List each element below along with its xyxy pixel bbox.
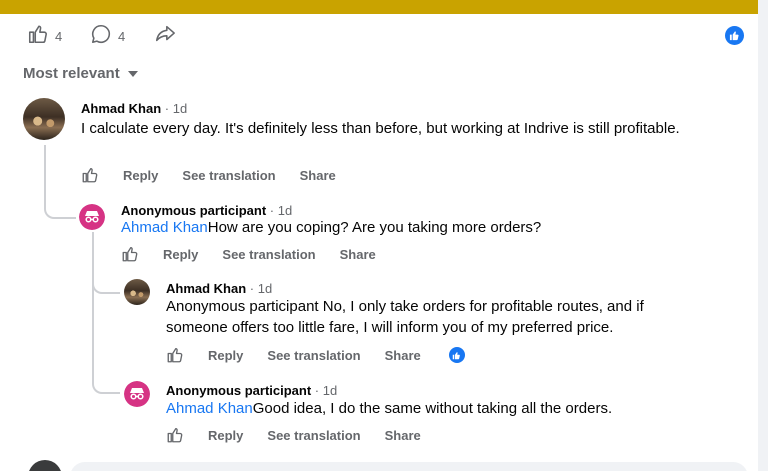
reply-button[interactable]: Reply (208, 348, 243, 363)
comment-body: How are you coping? Are you taking more … (207, 219, 542, 236)
comments-card: 4 4 Most relevant Ahmad Khan · 1d I calc… (0, 0, 758, 471)
comment-bubble-icon (90, 23, 112, 50)
share-link[interactable]: Share (385, 428, 421, 443)
share-link[interactable]: Share (300, 168, 336, 183)
comment-body: Good idea, I do the same without taking … (252, 400, 613, 417)
thumbs-up-icon (27, 23, 49, 50)
see-translation-button[interactable]: See translation (222, 247, 315, 262)
comment-button[interactable]: 4 (90, 24, 125, 48)
share-arrow-icon (153, 23, 177, 50)
thread-connector (92, 372, 120, 394)
comment-actions: Reply See translation Share (166, 346, 465, 364)
see-translation-button[interactable]: See translation (267, 348, 360, 363)
share-button[interactable] (153, 24, 177, 48)
reply-button[interactable]: Reply (208, 428, 243, 443)
like-outline-icon[interactable] (81, 166, 99, 184)
comment-count: 4 (118, 28, 126, 44)
author-name[interactable]: Ahmad Khan (81, 101, 161, 116)
share-link[interactable]: Share (385, 348, 421, 363)
thread-connector (44, 145, 76, 219)
like-outline-icon[interactable] (166, 426, 184, 444)
comment-time[interactable]: · 1d (311, 383, 337, 398)
comment-text: I calculate every day. It's definitely l… (81, 120, 680, 137)
like-count: 4 (55, 28, 63, 44)
mention-link[interactable]: Ahmad Khan (166, 400, 253, 417)
comment-input[interactable] (70, 462, 748, 471)
like-button[interactable]: 4 (27, 24, 62, 48)
comment-text: Ahmad KhanGood idea, I do the same witho… (166, 398, 726, 419)
comment-author[interactable]: Anonymous participant · 1d (121, 203, 292, 218)
reply-button[interactable]: Reply (163, 247, 198, 262)
caret-down-icon (127, 70, 138, 77)
avatar[interactable] (79, 204, 105, 230)
comment-author[interactable]: Ahmad Khan · 1d (81, 101, 187, 116)
comment-author[interactable]: Anonymous participant · 1d (166, 383, 337, 398)
comment-text: Ahmad KhanHow are you coping? Are you ta… (121, 217, 721, 238)
thread-line (92, 232, 94, 382)
comment-time[interactable]: · 1d (266, 203, 292, 218)
avatar[interactable] (124, 279, 150, 305)
see-translation-button[interactable]: See translation (267, 428, 360, 443)
comment-actions: Reply See translation Share (121, 245, 376, 263)
comment-text: Anonymous participant No, I only take or… (166, 298, 644, 336)
like-reaction-icon[interactable] (725, 26, 744, 45)
current-user-avatar[interactable] (28, 460, 62, 471)
page-gutter (758, 0, 768, 471)
comment-time[interactable]: · 1d (161, 101, 187, 116)
mention-link[interactable]: Ahmad Khan (121, 219, 208, 236)
like-reaction-icon[interactable] (448, 347, 465, 363)
anonymous-icon (79, 204, 105, 230)
avatar[interactable] (23, 98, 65, 140)
like-outline-icon[interactable] (166, 346, 184, 364)
reply-button[interactable]: Reply (123, 168, 158, 183)
comment-author[interactable]: Ahmad Khan · 1d (166, 281, 272, 296)
avatar[interactable] (124, 381, 150, 407)
thread-connector (92, 270, 120, 294)
author-name[interactable]: Ahmad Khan (166, 281, 246, 296)
see-translation-button[interactable]: See translation (182, 168, 275, 183)
comment-actions: Reply See translation Share (166, 426, 421, 444)
author-name[interactable]: Anonymous participant (121, 203, 266, 218)
comment-actions: Reply See translation Share (81, 166, 336, 184)
anonymous-icon (124, 381, 150, 407)
sort-label: Most relevant (23, 65, 120, 82)
post-image-edge (0, 0, 758, 14)
comment-time[interactable]: · 1d (246, 281, 272, 296)
share-link[interactable]: Share (340, 247, 376, 262)
author-name[interactable]: Anonymous participant (166, 383, 311, 398)
like-outline-icon[interactable] (121, 245, 139, 263)
sort-dropdown[interactable]: Most relevant (23, 65, 138, 82)
